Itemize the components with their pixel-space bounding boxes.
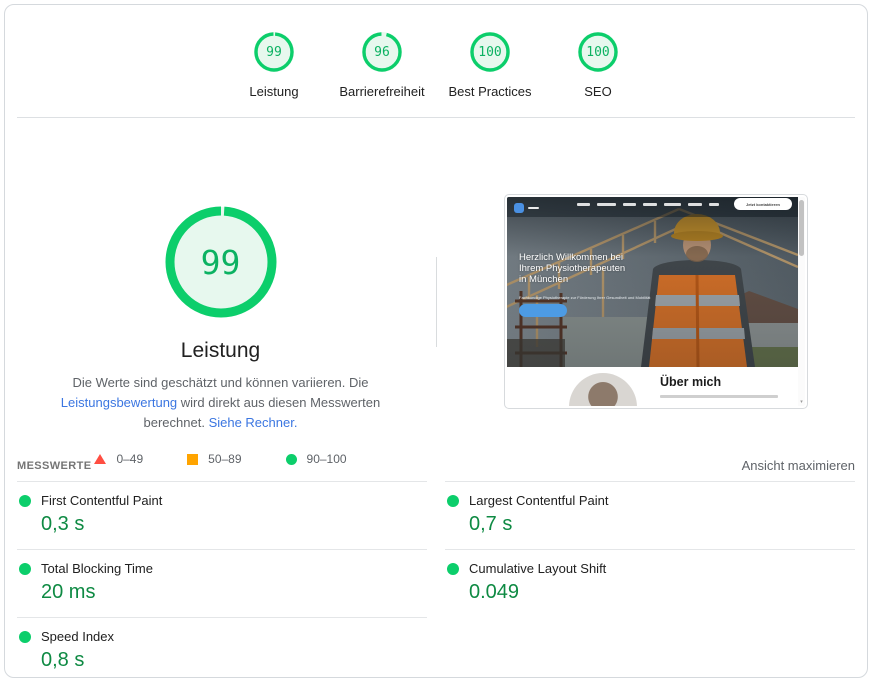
pass-dot-icon bbox=[447, 563, 459, 575]
metric-name: Total Blocking Time bbox=[41, 561, 153, 576]
therapist-photo bbox=[569, 373, 637, 406]
metric-value: 0,8 s bbox=[41, 649, 427, 672]
main-performance-gauge: 99 bbox=[165, 206, 277, 318]
website-hero-cta-button bbox=[519, 304, 567, 317]
nav-item bbox=[623, 203, 636, 206]
performance-summary-left: 99 Leistung Die Werte sind geschätzt und… bbox=[5, 118, 436, 450]
pass-circle-icon bbox=[286, 454, 297, 465]
metric-speed-index: Speed Index 0,8 s bbox=[17, 617, 427, 678]
score-gauge-barrierefreiheit[interactable]: 96 Barrierefreiheit bbox=[328, 31, 436, 99]
metric-value: 0.049 bbox=[469, 581, 855, 604]
performance-summary: 99 Leistung Die Werte sind geschätzt und… bbox=[5, 118, 867, 450]
nav-item bbox=[597, 203, 616, 206]
score-label: SEO bbox=[584, 84, 611, 99]
lighthouse-report-card: 99 Leistung 96 Barrierefreiheit 100 bbox=[4, 4, 868, 678]
legend-item-average: 50–89 bbox=[187, 452, 241, 466]
scrollbar-thumb[interactable] bbox=[799, 200, 804, 256]
metric-value: 0,3 s bbox=[41, 513, 427, 536]
score-strip: 99 Leistung 96 Barrierefreiheit 100 bbox=[5, 5, 867, 117]
website-hero-image: Jetzt kontaktieren Herzlich Willkommen b… bbox=[507, 197, 798, 367]
nav-item bbox=[643, 203, 657, 206]
logo-icon bbox=[514, 203, 524, 213]
fail-triangle-icon bbox=[94, 454, 106, 464]
pass-dot-icon bbox=[19, 631, 31, 643]
website-hero-heading: Herzlich Willkommen bei Ihrem Physiother… bbox=[519, 253, 625, 285]
nav-item bbox=[709, 203, 719, 206]
hero-heading-line: in München bbox=[519, 275, 625, 286]
page-screenshot-thumbnail[interactable]: Jetzt kontaktieren Herzlich Willkommen b… bbox=[504, 194, 808, 409]
metric-name: Largest Contentful Paint bbox=[469, 493, 608, 508]
website-hero-subtitle: Fachkundige Physiotherapie zur Förderung… bbox=[519, 295, 650, 300]
metrics-column-right: Largest Contentful Paint 0,7 s Cumulativ… bbox=[445, 481, 855, 617]
expand-view-button[interactable]: Ansicht maximieren bbox=[742, 458, 855, 473]
score-label: Best Practices bbox=[448, 84, 531, 99]
about-heading: Über mich bbox=[660, 375, 721, 389]
nav-item bbox=[577, 203, 590, 206]
legend-range: 90–100 bbox=[307, 452, 347, 466]
legend-item-fail: 0–49 bbox=[94, 452, 143, 466]
metrics-grid: First Contentful Paint 0,3 s Total Block… bbox=[17, 481, 855, 678]
metrics-section-title: MESSWERTE bbox=[17, 460, 92, 472]
legend-item-pass: 90–100 bbox=[286, 452, 347, 466]
nav-item bbox=[688, 203, 702, 206]
score-gauge-leistung[interactable]: 99 Leistung bbox=[220, 31, 328, 99]
website-logo bbox=[514, 203, 539, 213]
score-value: 100 bbox=[577, 31, 619, 73]
performance-summary-right: Jetzt kontaktieren Herzlich Willkommen b… bbox=[436, 118, 867, 450]
pass-dot-icon bbox=[447, 495, 459, 507]
average-square-icon bbox=[187, 454, 198, 465]
score-value: 96 bbox=[361, 31, 403, 73]
website-about-section: Über mich bbox=[507, 367, 798, 406]
description-text: Die Werte sind geschätzt und können vari… bbox=[72, 375, 368, 390]
score-legend: 0–49 50–89 90–100 bbox=[94, 452, 346, 466]
score-label: Barrierefreiheit bbox=[339, 84, 424, 99]
metric-value: 0,7 s bbox=[469, 513, 855, 536]
metric-total-blocking-time: Total Blocking Time 20 ms bbox=[17, 549, 427, 617]
scoring-link[interactable]: Leistungsbewertung bbox=[61, 395, 177, 410]
legend-range: 50–89 bbox=[208, 452, 241, 466]
nav-item bbox=[664, 203, 681, 206]
metrics-column-left: First Contentful Paint 0,3 s Total Block… bbox=[17, 481, 427, 678]
main-score-value: 99 bbox=[165, 206, 277, 318]
pass-dot-icon bbox=[19, 563, 31, 575]
score-description: Die Werte sind geschätzt und können vari… bbox=[35, 373, 407, 433]
score-label: Leistung bbox=[249, 84, 298, 99]
metric-largest-contentful-paint: Largest Contentful Paint 0,7 s bbox=[445, 481, 855, 549]
website-contact-button: Jetzt kontaktieren bbox=[734, 198, 792, 210]
logo-text-placeholder bbox=[528, 207, 539, 210]
pass-dot-icon bbox=[19, 495, 31, 507]
score-value: 100 bbox=[469, 31, 511, 73]
category-title: Leistung bbox=[181, 339, 260, 363]
about-text-placeholder bbox=[660, 395, 778, 398]
metric-name: Speed Index bbox=[41, 629, 114, 644]
calculator-link[interactable]: Siehe Rechner. bbox=[209, 415, 298, 430]
hero-heading-line: Ihrem Physiotherapeuten bbox=[519, 264, 625, 275]
score-value: 99 bbox=[253, 31, 295, 73]
scrollbar-down-arrow: ▾ bbox=[798, 399, 805, 405]
metric-name: Cumulative Layout Shift bbox=[469, 561, 606, 576]
metric-first-contentful-paint: First Contentful Paint 0,3 s bbox=[17, 481, 427, 549]
score-gauge-seo[interactable]: 100 SEO bbox=[544, 31, 652, 99]
metric-value: 20 ms bbox=[41, 581, 427, 604]
metric-name: First Contentful Paint bbox=[41, 493, 162, 508]
metric-cumulative-layout-shift: Cumulative Layout Shift 0.049 bbox=[445, 549, 855, 617]
score-gauge-best-practices[interactable]: 100 Best Practices bbox=[436, 31, 544, 99]
legend-range: 0–49 bbox=[116, 452, 143, 466]
screenshot-viewport: Jetzt kontaktieren Herzlich Willkommen b… bbox=[507, 197, 805, 406]
website-nav-links bbox=[577, 203, 719, 206]
thumbnail-scrollbar: ▾ bbox=[798, 197, 805, 406]
